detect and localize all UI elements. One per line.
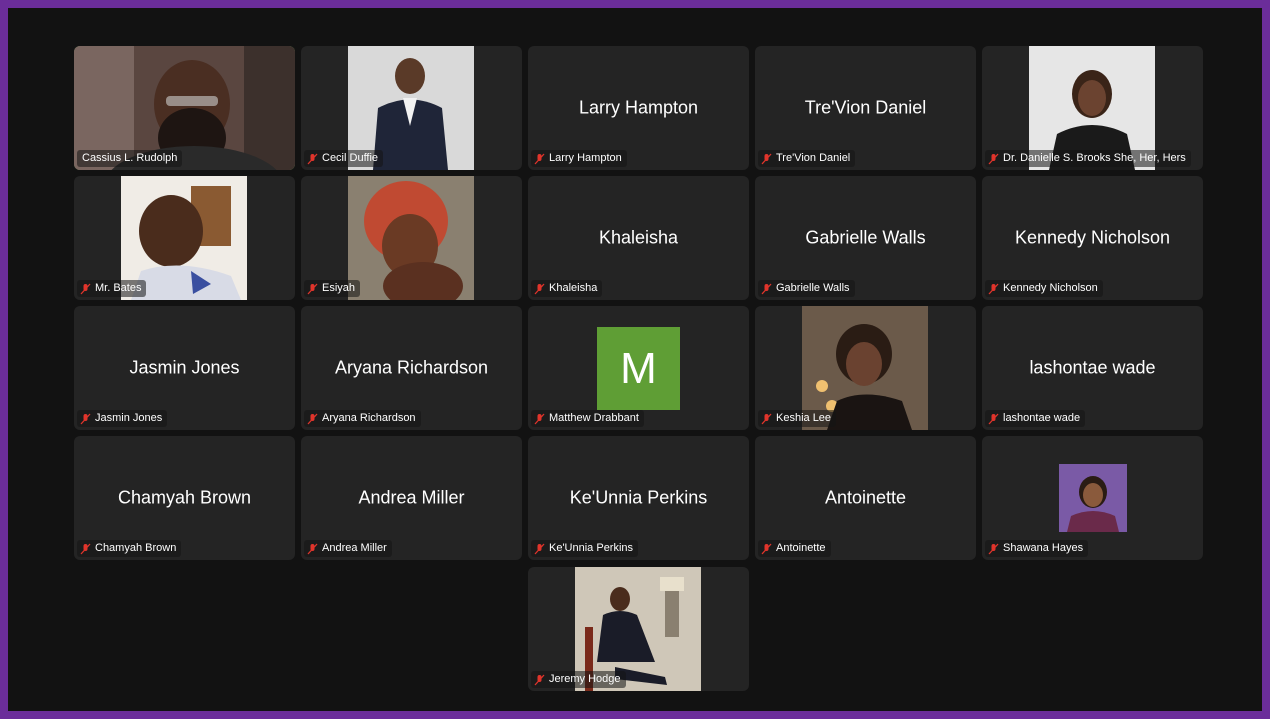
participant-tile[interactable]: Khaleisha Khaleisha [528,176,749,300]
participant-name: Andrea Miller [322,542,387,554]
participant-name: Mr. Bates [95,282,142,294]
participant-name: Shawana Hayes [1003,542,1084,554]
mic-muted-icon [761,283,772,294]
participant-photo [1059,464,1127,532]
participant-tile[interactable]: Cassius L. Rudolph [74,46,295,170]
initial-avatar: M [597,327,680,410]
participant-name-tag: lashontae wade [985,410,1086,427]
participant-display-name: Jasmin Jones [129,357,240,378]
participant-display-name: Ke'Unnia Perkins [569,487,708,508]
participant-name: Dr. Danielle S. Brooks She, Her, Hers [1003,152,1186,164]
participant-name-tag: Gabrielle Walls [758,280,855,297]
participant-tile[interactable]: Jasmin Jones Jasmin Jones [74,306,295,430]
participant-tile[interactable]: Gabrielle Walls Gabrielle Walls [755,176,976,300]
participant-tile[interactable]: Jeremy Hodge [528,567,749,691]
participant-name: Antoinette [776,542,826,554]
participant-name-tag: Chamyah Brown [77,540,182,557]
participant-name: Cassius L. Rudolph [82,152,178,164]
participant-display-name: lashontae wade [1029,357,1156,378]
participant-name: Tre'Vion Daniel [776,152,851,164]
participant-name-tag: Antoinette [758,540,831,557]
participant-name: Larry Hampton [549,152,622,164]
participant-name-tag: Esiyah [304,280,361,297]
participant-name-tag: Cassius L. Rudolph [77,150,183,167]
participant-name: Gabrielle Walls [776,282,850,294]
participant-tile[interactable]: Ke'Unnia Perkins Ke'Unnia Perkins [528,436,749,560]
mic-muted-icon [534,153,545,164]
participant-display-name: Kennedy Nicholson [1014,227,1171,248]
participant-tile[interactable]: Mr. Bates [74,176,295,300]
participant-tile[interactable]: Shawana Hayes [982,436,1203,560]
participant-tile[interactable]: lashontae wade lashontae wade [982,306,1203,430]
mic-muted-icon [307,413,318,424]
participant-display-name: Gabrielle Walls [805,227,926,248]
participant-name-tag: Aryana Richardson [304,410,421,427]
mic-muted-icon [988,413,999,424]
mic-muted-icon [761,543,772,554]
participant-name-tag: Khaleisha [531,280,603,297]
participant-name-tag: Jeremy Hodge [531,671,626,688]
participant-photo [348,176,474,300]
mic-muted-icon [534,674,545,685]
participant-tile[interactable]: Larry Hampton Larry Hampton [528,46,749,170]
participant-name-tag: Andrea Miller [304,540,392,557]
participant-name: Jasmin Jones [95,412,163,424]
participant-display-name: Antoinette [824,487,907,508]
participant-name-tag: Matthew Drabbant [531,410,644,427]
participant-name: Cecil Duffie [322,152,379,164]
participant-tile[interactable]: Esiyah [301,176,522,300]
participant-name: Aryana Richardson [322,412,416,424]
mic-muted-icon [988,283,999,294]
participant-tile[interactable]: Cecil Duffie [301,46,522,170]
participant-name-tag: Jasmin Jones [77,410,168,427]
mic-muted-icon [307,283,318,294]
participant-tile[interactable]: Aryana Richardson Aryana Richardson [301,306,522,430]
participant-name-tag: Larry Hampton [531,150,627,167]
participant-name: lashontae wade [1003,412,1081,424]
participant-name: Keshia Lee [776,412,832,424]
mic-muted-icon [534,413,545,424]
participant-tile[interactable]: M Matthew Drabbant [528,306,749,430]
participant-display-name: Chamyah Brown [117,487,252,508]
mic-muted-icon [761,153,772,164]
mic-muted-icon [534,543,545,554]
participant-name: Khaleisha [549,282,598,294]
participant-tile[interactable]: Chamyah Brown Chamyah Brown [74,436,295,560]
participant-display-name: Tre'Vion Daniel [804,97,927,118]
video-gallery: Cassius L. Rudolph Cecil Duffie Larry Ha… [8,8,1262,711]
participant-display-name: Larry Hampton [578,97,699,118]
participant-tile[interactable]: Keshia Lee [755,306,976,430]
participant-name-tag: Ke'Unnia Perkins [531,540,639,557]
participant-tile[interactable]: Andrea Miller Andrea Miller [301,436,522,560]
participant-name-tag: Tre'Vion Daniel [758,150,856,167]
mic-muted-icon [80,283,91,294]
mic-muted-icon [80,543,91,554]
mic-muted-icon [307,543,318,554]
participant-name: Esiyah [322,282,356,294]
mic-muted-icon [761,413,772,424]
participant-name-tag: Keshia Lee [758,410,837,427]
participant-name: Jeremy Hodge [549,673,621,685]
participant-display-name: Khaleisha [598,227,679,248]
participant-tile[interactable]: Dr. Danielle S. Brooks She, Her, Hers [982,46,1203,170]
participant-name: Kennedy Nicholson [1003,282,1098,294]
mic-muted-icon [988,153,999,164]
participant-tile[interactable]: Kennedy Nicholson Kennedy Nicholson [982,176,1203,300]
participant-name-tag: Cecil Duffie [304,150,384,167]
participant-name-tag: Shawana Hayes [985,540,1089,557]
participant-display-name: Aryana Richardson [334,357,489,378]
mic-muted-icon [534,283,545,294]
participant-name: Chamyah Brown [95,542,177,554]
participant-tile[interactable]: Antoinette Antoinette [755,436,976,560]
participant-name: Ke'Unnia Perkins [549,542,634,554]
participant-tile[interactable]: Tre'Vion Daniel Tre'Vion Daniel [755,46,976,170]
participant-name-tag: Dr. Danielle S. Brooks She, Her, Hers [985,150,1191,167]
mic-muted-icon [80,413,91,424]
participant-name-tag: Mr. Bates [77,280,147,297]
mic-muted-icon [988,543,999,554]
participant-name-tag: Kennedy Nicholson [985,280,1103,297]
participant-name: Matthew Drabbant [549,412,639,424]
mic-muted-icon [307,153,318,164]
participant-display-name: Andrea Miller [358,487,465,508]
